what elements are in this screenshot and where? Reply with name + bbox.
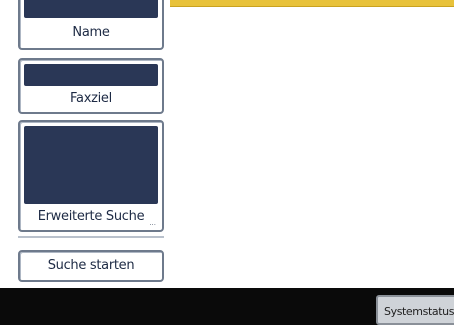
system-status-button[interactable]: Systemstatus: [376, 295, 454, 325]
system-status-label: Systemstatus: [384, 305, 454, 318]
start-search-button-label: Suche starten: [47, 258, 135, 273]
name-button[interactable]: Name: [18, 0, 164, 50]
start-search-button[interactable]: Suche starten: [18, 250, 164, 282]
advanced-search-button-label: Erweiterte Suche: [37, 209, 145, 224]
advanced-search-button-header: [24, 126, 158, 204]
faxziel-button-label: Faxziel: [70, 91, 112, 106]
advanced-search-button[interactable]: Erweiterte Suche ...: [18, 120, 164, 232]
top-accent-line: [170, 0, 454, 7]
left-panel: Name Faxziel Erweiterte Suche ... Suche …: [18, 0, 164, 288]
panel-divider: [18, 236, 164, 238]
name-button-label: Name: [72, 25, 110, 40]
faxziel-button[interactable]: Faxziel: [18, 58, 164, 114]
faxziel-button-header: [24, 64, 158, 86]
name-button-header: [24, 0, 158, 18]
more-indicator: ...: [149, 219, 156, 227]
